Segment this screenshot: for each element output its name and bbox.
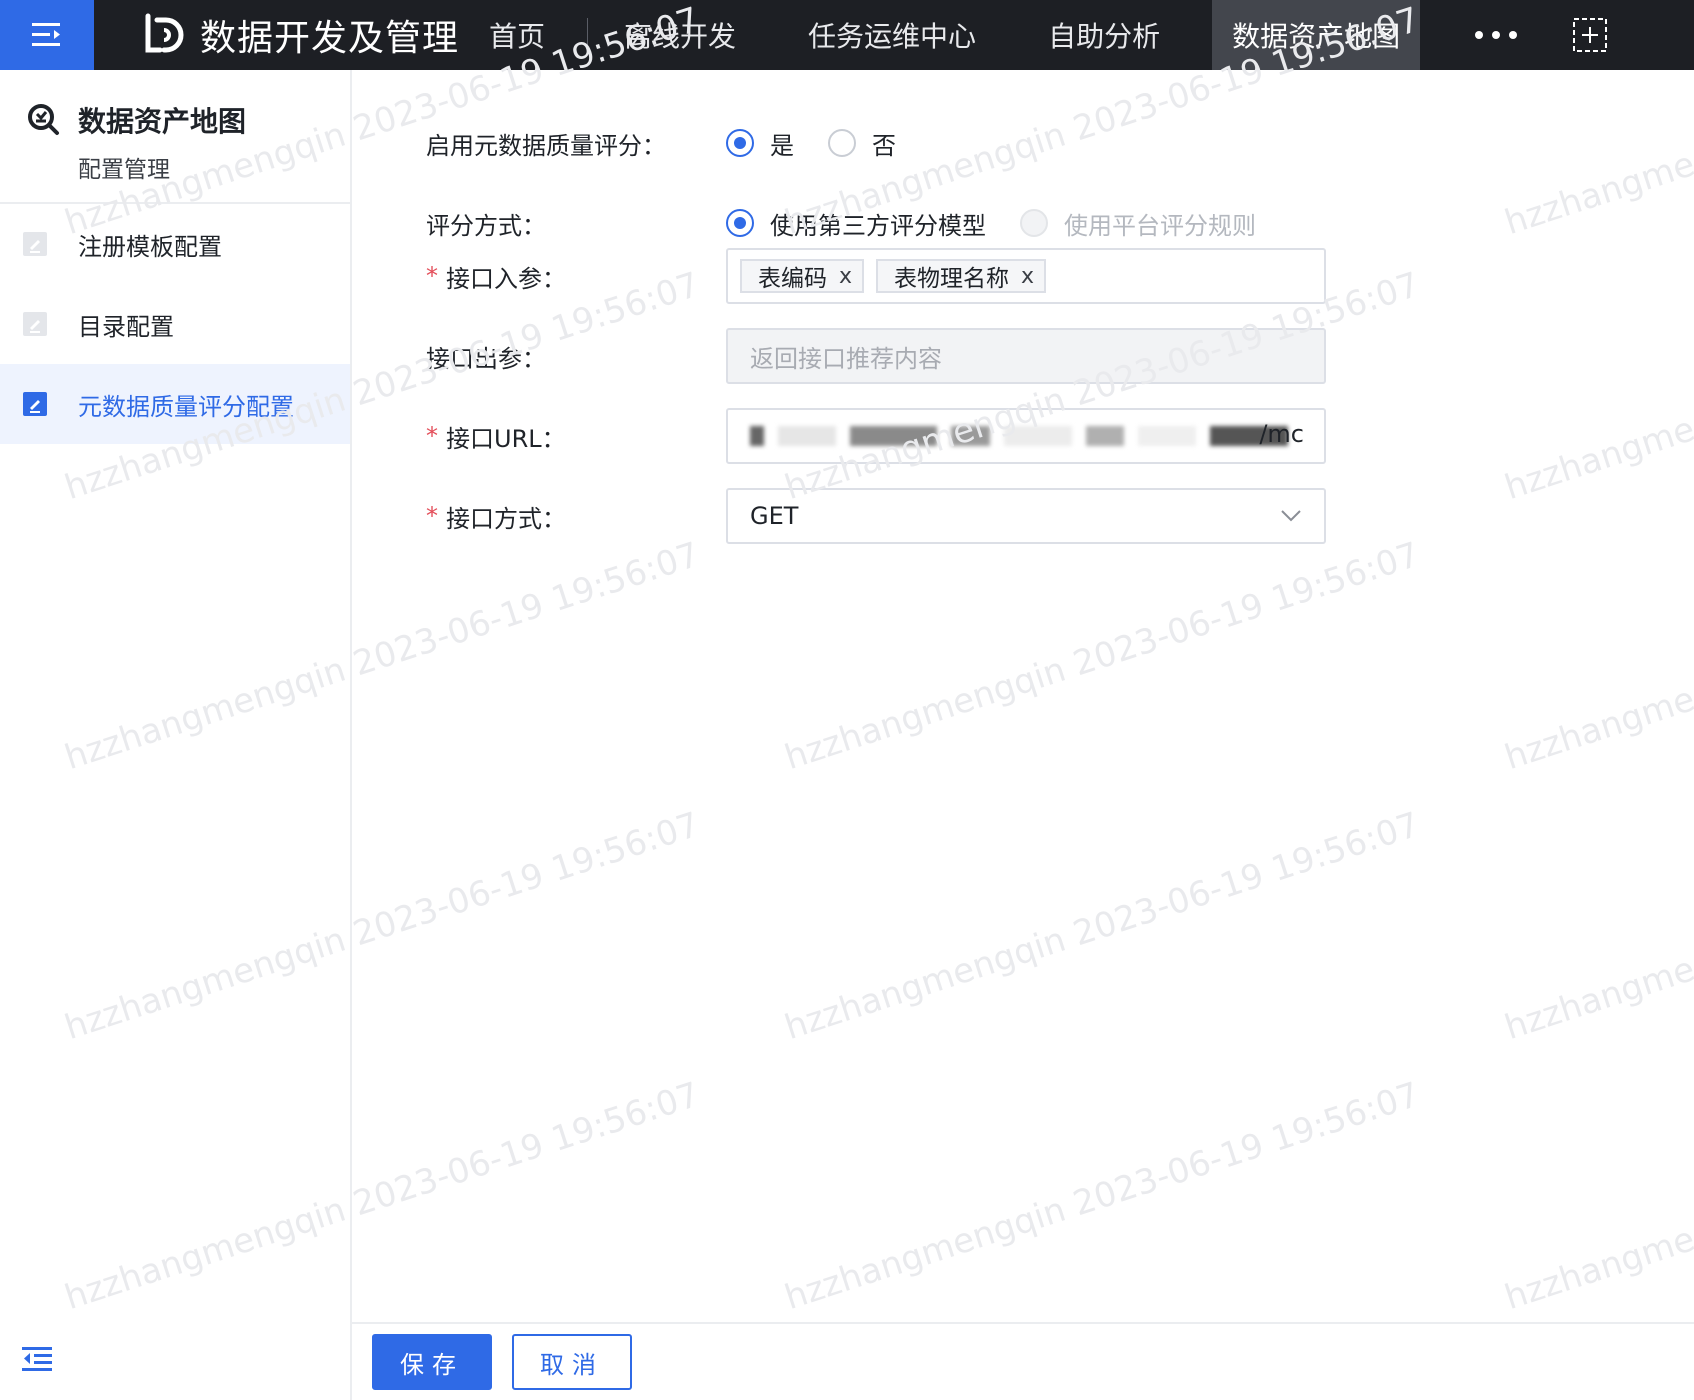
url-label-text: 接口URL： bbox=[446, 424, 566, 453]
url-label: * 接口URL： bbox=[426, 408, 566, 464]
brand-logo-icon bbox=[145, 13, 184, 53]
redacted-segment bbox=[1085, 426, 1125, 446]
required-mark: * bbox=[426, 262, 438, 290]
main-nav: 首页 离线开发 任务运维中心 自助分析 数据资产地图 bbox=[473, 0, 1421, 70]
form-row-url: * 接口URL： /mc bbox=[352, 408, 1694, 464]
tag-label: 表编码 bbox=[758, 266, 827, 292]
form-row-output-params: 接口出参： 返回接口推荐内容 bbox=[352, 328, 1694, 384]
redacted-segment bbox=[849, 426, 937, 446]
form-row-method: 评分方式： 使用第三方评分模型 使用平台评分规则 bbox=[352, 195, 1694, 251]
radio-checked-icon bbox=[726, 209, 754, 237]
platform-rule-radio: 使用平台评分规则 bbox=[1020, 206, 1256, 241]
fullscreen-icon bbox=[1573, 18, 1608, 52]
radio-unchecked-icon bbox=[828, 129, 856, 157]
third-party-model-radio[interactable]: 使用第三方评分模型 bbox=[726, 206, 986, 241]
radio-label: 使用平台评分规则 bbox=[1064, 211, 1256, 240]
output-params-label: 接口出参： bbox=[426, 328, 546, 384]
input-params-control: 表编码 x 表物理名称 x bbox=[726, 248, 1326, 304]
output-params-field: 返回接口推荐内容 bbox=[726, 328, 1326, 384]
nav-self-analysis[interactable]: 自助分析 bbox=[1012, 0, 1196, 70]
collapse-menu-icon bbox=[22, 1347, 52, 1371]
url-input[interactable]: /mc bbox=[726, 408, 1326, 464]
more-button[interactable] bbox=[1474, 0, 1518, 70]
edit-doc-icon bbox=[23, 312, 47, 336]
menu-icon bbox=[32, 23, 60, 46]
enable-label-text: 启用元数据质量评分： bbox=[426, 131, 666, 160]
tag-close-icon[interactable]: x bbox=[839, 264, 852, 289]
radio-checked-icon bbox=[726, 129, 754, 157]
redacted-segment bbox=[777, 426, 836, 446]
sidebar-collapse-button[interactable] bbox=[22, 1346, 52, 1376]
tag-close-icon[interactable]: x bbox=[1021, 264, 1034, 289]
sidebar-item-label: 目录配置 bbox=[78, 312, 174, 341]
nav-home[interactable]: 首页 bbox=[473, 0, 587, 70]
nav-offline-dev[interactable]: 离线开发 bbox=[588, 0, 772, 70]
edit-doc-icon bbox=[23, 232, 47, 256]
enable-yes-radio[interactable]: 是 bbox=[726, 126, 794, 161]
redacted-segment bbox=[950, 426, 990, 446]
sidebar-title: 数据资产地图 bbox=[78, 105, 247, 138]
radio-disabled-icon bbox=[1020, 209, 1048, 237]
edit-doc-icon bbox=[23, 392, 47, 416]
output-params-placeholder: 返回接口推荐内容 bbox=[750, 344, 942, 373]
sidebar-item-register-template[interactable]: 注册模板配置 bbox=[0, 204, 350, 284]
chevron-down-icon bbox=[1281, 510, 1301, 522]
config-form: 启用元数据质量评分： 是 否 评分方式： 使用第三方评分模型 使用平台评分规则 … bbox=[352, 70, 1694, 1322]
sidebar-item-catalog[interactable]: 目录配置 bbox=[0, 284, 350, 364]
radio-label: 使用第三方评分模型 bbox=[770, 211, 986, 240]
menu-toggle-button[interactable] bbox=[0, 0, 94, 70]
tag-table-physical-name: 表物理名称 x bbox=[876, 259, 1047, 293]
url-visible-tail: /mc bbox=[1259, 420, 1304, 448]
redacted-segment bbox=[750, 426, 764, 446]
sidebar-item-label: 注册模板配置 bbox=[78, 232, 222, 261]
enable-label: 启用元数据质量评分： bbox=[426, 115, 666, 171]
method-label: 评分方式： bbox=[426, 195, 546, 251]
http-method-label-text: 接口方式： bbox=[446, 504, 566, 533]
input-params-label-text: 接口入参： bbox=[446, 264, 566, 293]
enable-no-radio[interactable]: 否 bbox=[828, 126, 896, 161]
form-row-enable: 启用元数据质量评分： 是 否 bbox=[352, 115, 1694, 171]
method-label-text: 评分方式： bbox=[426, 211, 546, 240]
sidebar-subtitle: 配置管理 bbox=[78, 157, 170, 183]
fullscreen-button[interactable] bbox=[1572, 0, 1608, 70]
form-footer: 保存 取消 bbox=[352, 1322, 1694, 1400]
sidebar: 数据资产地图 配置管理 注册模板配置 目录配置 元数据质量评分配置 bbox=[0, 70, 352, 1400]
more-dots-icon bbox=[1475, 31, 1518, 39]
form-row-http-method: * 接口方式： GET bbox=[352, 488, 1694, 544]
http-method-value: GET bbox=[750, 502, 799, 530]
input-params-tags-field[interactable]: 表编码 x 表物理名称 x bbox=[726, 248, 1326, 304]
redacted-segment bbox=[1138, 426, 1197, 446]
tag-label: 表物理名称 bbox=[894, 266, 1010, 292]
method-radio-group: 使用第三方评分模型 使用平台评分规则 bbox=[726, 195, 1290, 251]
asset-map-search-icon bbox=[28, 104, 59, 135]
output-params-control: 返回接口推荐内容 bbox=[726, 328, 1326, 384]
sidebar-item-label: 元数据质量评分配置 bbox=[78, 392, 294, 421]
required-mark: * bbox=[426, 502, 438, 530]
cancel-button[interactable]: 取消 bbox=[512, 1334, 632, 1390]
radio-label: 是 bbox=[770, 131, 794, 160]
tag-table-code: 表编码 x bbox=[740, 259, 865, 293]
nav-ops-center[interactable]: 任务运维中心 bbox=[772, 0, 1012, 70]
required-mark: * bbox=[426, 422, 438, 450]
nav-data-asset-map[interactable]: 数据资产地图 bbox=[1212, 0, 1421, 70]
enable-radio-group: 是 否 bbox=[726, 115, 930, 171]
sidebar-header: 数据资产地图 配置管理 bbox=[0, 70, 350, 204]
http-method-label: * 接口方式： bbox=[426, 488, 566, 544]
brand-title: 数据开发及管理 bbox=[200, 18, 460, 59]
brand[interactable]: 数据开发及管理 bbox=[142, 0, 459, 70]
radio-label: 否 bbox=[872, 131, 896, 160]
http-method-select[interactable]: GET bbox=[726, 488, 1326, 544]
redacted-segment bbox=[1003, 426, 1072, 446]
http-method-control: GET bbox=[726, 488, 1326, 544]
form-row-input-params: * 接口入参： 表编码 x 表物理名称 x bbox=[352, 248, 1694, 304]
save-button[interactable]: 保存 bbox=[372, 1334, 492, 1390]
input-params-label: * 接口入参： bbox=[426, 248, 566, 304]
url-control: /mc bbox=[726, 408, 1326, 464]
top-navigation-bar: 数据开发及管理 首页 离线开发 任务运维中心 自助分析 数据资产地图 bbox=[0, 0, 1694, 70]
output-params-label-text: 接口出参： bbox=[426, 344, 546, 373]
sidebar-item-quality-score[interactable]: 元数据质量评分配置 bbox=[0, 364, 350, 444]
